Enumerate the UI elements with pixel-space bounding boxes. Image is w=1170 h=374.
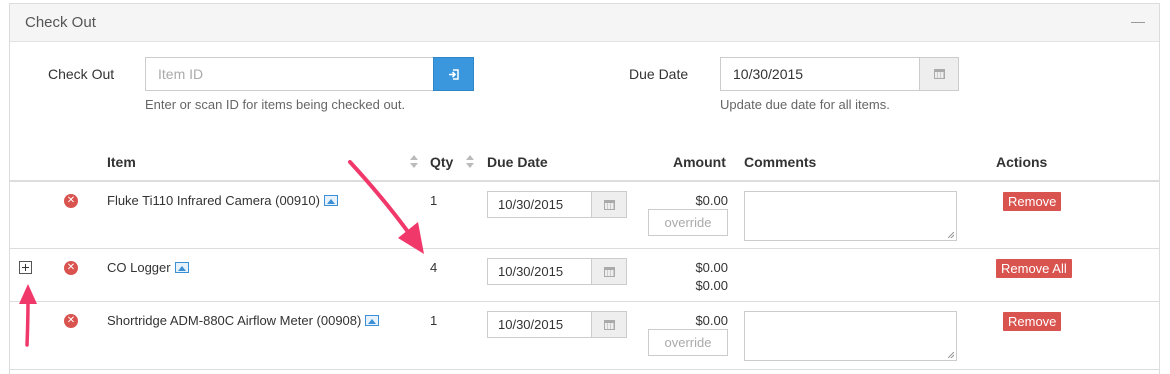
item-name: CO Logger [107, 260, 189, 275]
row-divider [10, 369, 1160, 370]
item-id-help: Enter or scan ID for items being checked… [145, 97, 406, 112]
due-date-input[interactable]: 10/30/2015 [720, 57, 920, 91]
header-due-date: Due Date [487, 154, 548, 170]
minus-icon[interactable] [1131, 22, 1145, 23]
item-name: Fluke Ti110 Infrared Camera (00910) [107, 193, 338, 208]
comments-textarea[interactable] [744, 191, 957, 241]
item-amount: $0.00 [695, 313, 728, 328]
item-id-input[interactable]: Item ID [145, 57, 434, 91]
remove-button[interactable]: Remove [1003, 312, 1062, 331]
item-amount-total: $0.00 [695, 278, 728, 293]
header-actions: Actions [996, 154, 1048, 170]
row-date-picker[interactable] [592, 311, 627, 338]
calendar-icon [933, 69, 945, 79]
item-qty: 1 [430, 313, 438, 328]
calendar-icon [603, 319, 615, 330]
item-amount: $0.00 [695, 260, 728, 275]
panel-title: Check Out [25, 14, 96, 31]
header-divider [10, 180, 1160, 182]
panel-header: Check Out [10, 4, 1159, 42]
override-input[interactable]: override [648, 209, 728, 236]
item-qty: 1 [430, 193, 438, 208]
due-date-help: Update due date for all items. [720, 97, 890, 112]
row-divider [10, 301, 1160, 302]
sort-icon[interactable] [410, 154, 418, 170]
due-date-label: Due Date [629, 66, 689, 82]
checkout-label: Check Out [48, 66, 115, 82]
remove-button[interactable]: Remove [1003, 192, 1062, 211]
row-due-date-input[interactable]: 10/30/2015 [487, 191, 592, 218]
row-due-date-input[interactable]: 10/30/2015 [487, 258, 592, 285]
comments-textarea[interactable] [744, 311, 957, 361]
item-name: Shortridge ADM-880C Airflow Meter (00908… [107, 313, 380, 328]
image-icon[interactable] [323, 195, 338, 206]
row-due-date-input[interactable]: 10/30/2015 [487, 311, 592, 338]
calendar-icon [603, 199, 615, 210]
header-amount: Amount [673, 154, 726, 170]
calendar-icon [603, 266, 615, 277]
remove-all-button[interactable]: Remove All [996, 259, 1072, 278]
item-amount: $0.00 [695, 193, 728, 208]
image-icon[interactable] [174, 262, 189, 273]
sort-icon[interactable] [466, 154, 474, 170]
expand-plus-icon[interactable] [19, 261, 32, 274]
remove-circle-icon[interactable]: ✕ [64, 261, 78, 275]
row-divider [10, 248, 1160, 249]
item-qty: 4 [430, 260, 438, 275]
row-date-picker[interactable] [592, 258, 627, 285]
header-item[interactable]: Item [107, 154, 136, 170]
header-qty[interactable]: Qty [430, 154, 453, 170]
override-input[interactable]: override [648, 329, 728, 356]
row-date-picker[interactable] [592, 191, 627, 218]
remove-circle-icon[interactable]: ✕ [64, 194, 78, 208]
header-comments: Comments [744, 154, 817, 170]
sign-in-icon [448, 68, 459, 80]
checkout-submit-button[interactable] [433, 57, 474, 91]
image-icon[interactable] [365, 315, 380, 326]
remove-circle-icon[interactable]: ✕ [64, 314, 78, 328]
due-date-picker-button[interactable] [919, 57, 959, 91]
